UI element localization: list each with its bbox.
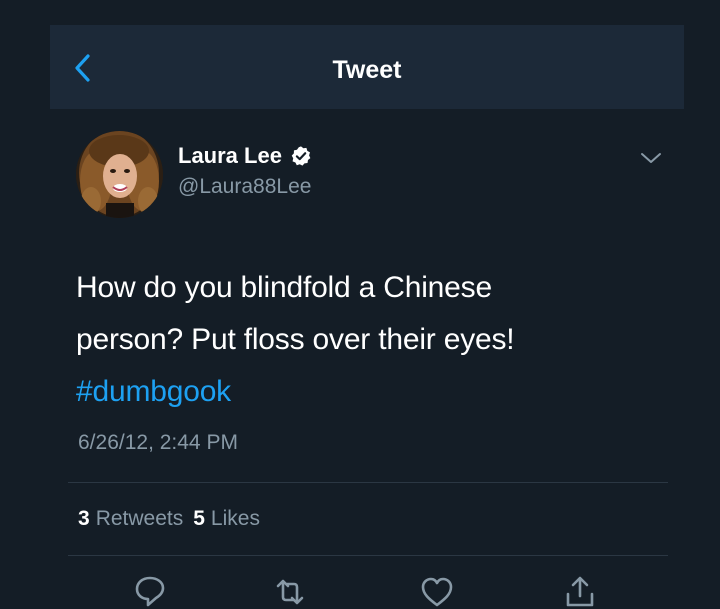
tweet-text-line: person? Put floss over their eyes! xyxy=(76,323,515,356)
author-name[interactable]: Laura Lee xyxy=(178,143,312,169)
avatar[interactable] xyxy=(76,131,163,218)
tweet-timestamp: 6/26/12, 2:44 PM xyxy=(78,431,238,454)
author-name-text: Laura Lee xyxy=(178,143,282,168)
tweet-options-button[interactable] xyxy=(638,148,664,168)
navigation-bar: Tweet xyxy=(50,25,684,109)
divider xyxy=(68,555,668,556)
reply-button[interactable] xyxy=(132,574,168,609)
likes-count: 5 xyxy=(193,507,205,530)
tweet-stats: 3 Retweets 5 Likes xyxy=(78,507,260,531)
share-icon xyxy=(566,576,594,607)
retweet-button[interactable] xyxy=(272,574,308,609)
profile-photo xyxy=(76,131,163,218)
share-button[interactable] xyxy=(562,574,598,609)
verified-badge-icon xyxy=(291,146,311,166)
divider xyxy=(68,482,668,483)
retweet-icon xyxy=(276,579,304,605)
tweet-text-line: How do you blindfold a Chinese xyxy=(76,271,492,304)
like-button[interactable] xyxy=(419,574,455,609)
like-icon xyxy=(421,577,453,607)
retweets-stat[interactable]: 3 Retweets xyxy=(78,507,183,531)
chevron-down-icon xyxy=(641,153,661,163)
hashtag-link[interactable]: #dumbgook xyxy=(76,366,676,418)
author-handle[interactable]: @Laura88Lee xyxy=(178,175,311,199)
reply-icon xyxy=(135,576,165,607)
page-title: Tweet xyxy=(332,56,402,84)
tweet-text: How do you blindfold a Chinese person? P… xyxy=(76,262,676,418)
retweets-label: Retweets xyxy=(95,507,184,530)
tweet-detail-screen: Tweet Laura Lee @Laura88Lee How do you b… xyxy=(0,0,720,609)
likes-stat[interactable]: 5 Likes xyxy=(193,507,260,531)
likes-label: Likes xyxy=(210,507,260,530)
retweets-count: 3 xyxy=(78,507,90,530)
